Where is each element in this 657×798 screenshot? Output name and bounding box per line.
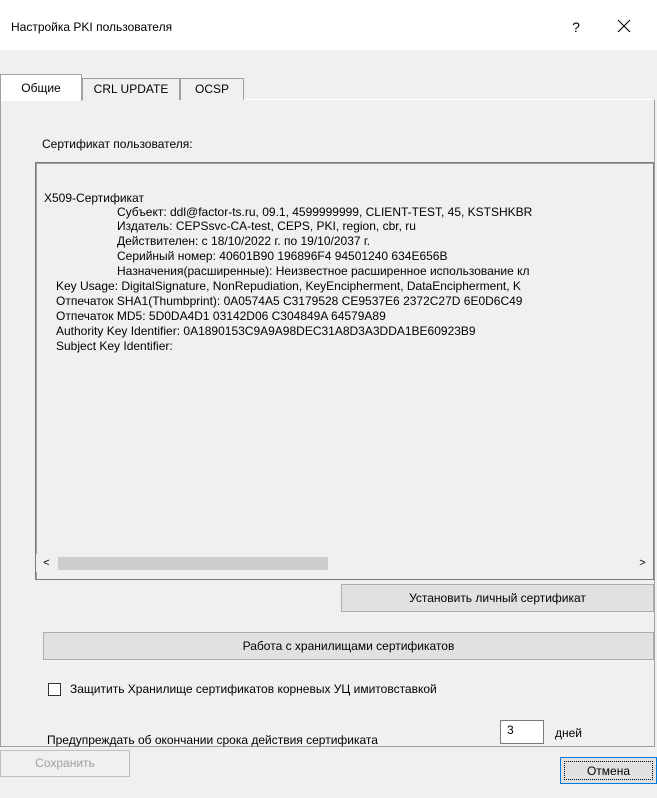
- cancel-button-label: Отмена: [564, 761, 653, 780]
- cert-line: Серийный номер: 40601B90 196896F4 945012…: [117, 249, 448, 263]
- cert-details-text: X509-Сертификат Субъект: ddl@factor-ts.r…: [36, 163, 653, 551]
- cert-label: Сертификат пользователя:: [42, 137, 193, 151]
- cert-stores-button[interactable]: Работа с хранилищами сертификатов: [43, 632, 654, 660]
- tab-general[interactable]: Общие: [0, 74, 82, 101]
- warning-days-input[interactable]: 3: [500, 720, 544, 744]
- scroll-thumb[interactable]: [58, 557, 328, 570]
- close-button[interactable]: [610, 14, 638, 38]
- cert-line: Субъект: ddl@factor-ts.ru, 09.1, 4599999…: [117, 205, 533, 219]
- cert-line: Действителен: с 18/10/2022 г. по 19/10/2…: [117, 234, 371, 248]
- horizontal-scrollbar[interactable]: < >: [36, 554, 653, 572]
- cert-line: Издатель: CEPSsvc-CA-test, CEPS, PKI, re…: [117, 219, 416, 233]
- protect-root-store-label: Защитить Хранилище сертификатов корневых…: [70, 682, 437, 696]
- close-icon: [617, 19, 631, 33]
- cert-line: Subject Key Identifier:: [56, 339, 173, 353]
- protect-root-store-checkbox[interactable]: [48, 683, 61, 696]
- scroll-right-button[interactable]: >: [634, 555, 651, 572]
- cert-line: Отпечаток SHA1(Thumbprint): 0A0574A5 C31…: [56, 294, 523, 308]
- scroll-left-button[interactable]: <: [38, 555, 55, 572]
- cert-details-box[interactable]: X509-Сертификат Субъект: ddl@factor-ts.r…: [35, 162, 654, 580]
- tab-ocsp[interactable]: OCSP: [180, 78, 244, 100]
- expiry-warning-label: Предупреждать об окончании срока действи…: [47, 733, 378, 747]
- tab-crl-update[interactable]: CRL UPDATE: [82, 78, 180, 100]
- cancel-button[interactable]: Отмена: [560, 757, 657, 784]
- cert-line: Отпечаток MD5: 5D0DA4D1 03142D06 C304849…: [56, 309, 386, 323]
- days-unit-label: дней: [555, 726, 583, 740]
- cert-line: Key Usage: DigitalSignature, NonRepudiat…: [56, 279, 521, 293]
- install-personal-cert-button[interactable]: Установить личный сертификат: [341, 584, 654, 612]
- help-button[interactable]: ?: [566, 16, 586, 38]
- window-title: Настройка PKI пользователя: [11, 20, 173, 34]
- title-bar: Настройка PKI пользователя ?: [0, 0, 657, 50]
- save-button[interactable]: Сохранить: [0, 750, 130, 777]
- cert-line: Authority Key Identifier: 0A1890153C9A9A…: [56, 324, 476, 338]
- cert-line: X509-Сертификат: [44, 191, 144, 205]
- cert-line: Назначения(расширенные): Неизвестное рас…: [117, 264, 530, 278]
